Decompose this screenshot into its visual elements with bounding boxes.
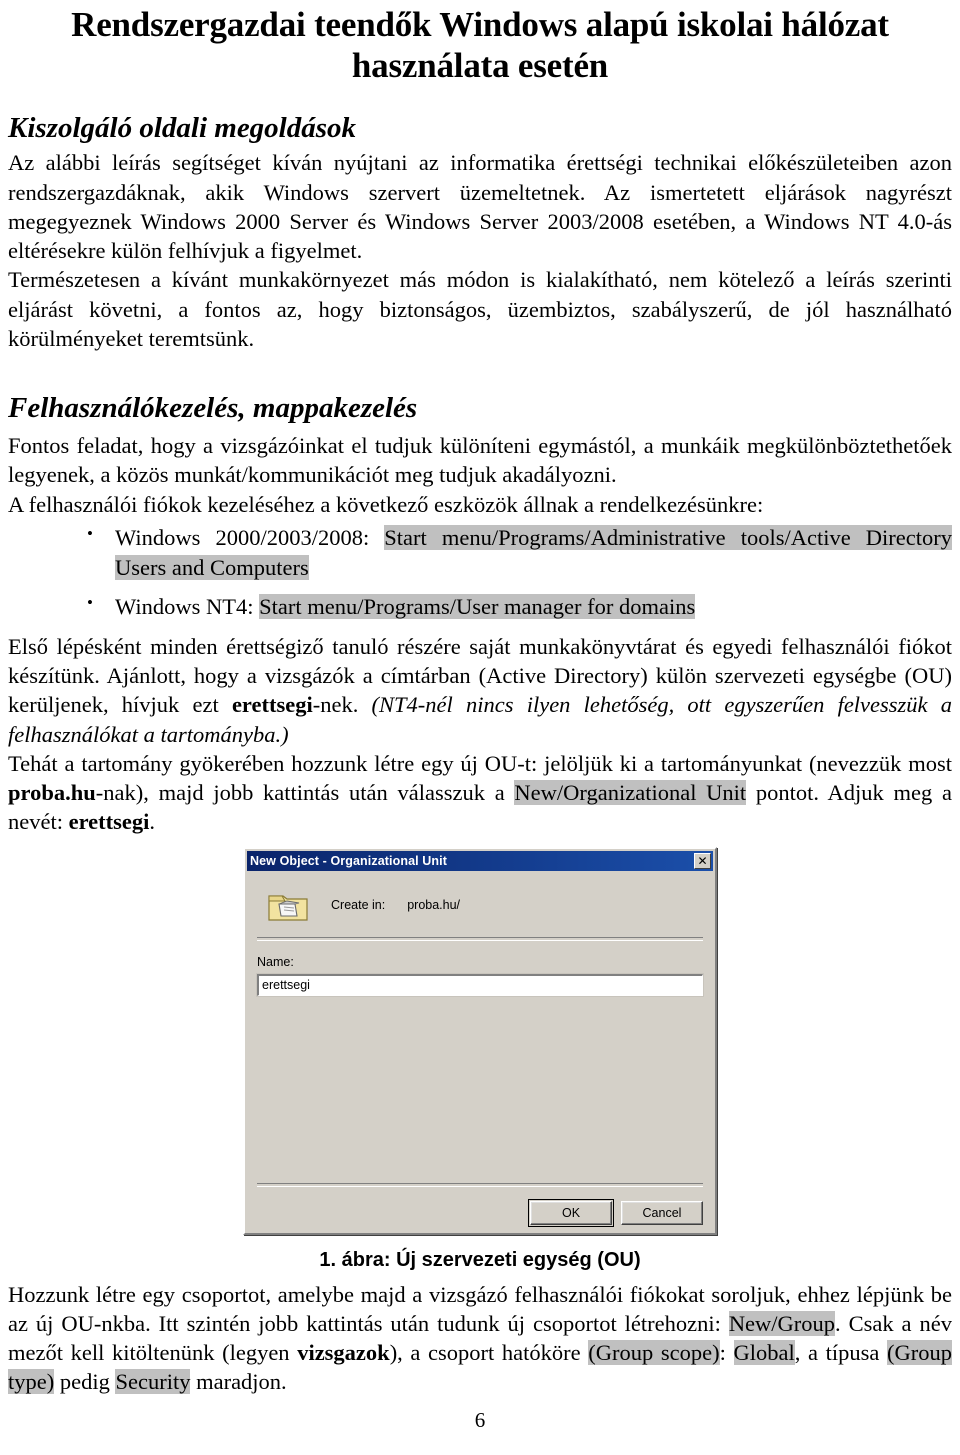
document-page: Rendszergazdai teendők Windows alapú isk… [0,4,960,1455]
page-number: 6 [474,1408,486,1432]
ou-steps-part-2: -nak), majd jobb kattintás után válasszu… [95,780,515,806]
global-highlight: Global [733,1340,795,1366]
ou-final-name-bold: erettsegi [68,809,150,835]
name-field-label: Name: [257,954,294,969]
ou-steps-paragraph: Tehát a tartomány gyökerében hozzunk lét… [8,749,952,837]
new-group-menu-highlight: New/Group [728,1310,836,1336]
figure-container: New Object - Organizational Unit ✕ Creat… [0,846,960,1272]
intro-paragraph-1: Az alábbi leírás segítséget kíván nyújta… [8,150,952,264]
user-management-paragraph-1: Fontos feladat, hogy a vizsgázóinkat el … [8,433,952,488]
domain-name-bold: proba.hu [8,780,96,806]
bullet-icon: • [87,523,93,543]
intro-paragraph-2: Természetesen a kívánt munkakörnyezet má… [8,267,952,351]
ou-steps-part-4: . [149,809,156,835]
group-text-part-3: ), a csoport hatóköre [389,1340,589,1366]
list-item: • Windows NT4: Start menu/Programs/User m… [87,592,952,622]
ou-creation-paragraph: Első lépésként minden érettségiző tanuló… [8,632,952,749]
ou-text-part-2: -nek. [312,692,372,718]
tools-bullet-list: • Windows 2000/2003/2008: Start menu/Prog… [0,523,960,622]
group-name-bold: vizsgazok [297,1340,390,1366]
create-in-value: proba.hu/ [407,897,461,912]
ou-name-bold: erettsegi [231,692,313,718]
divider [257,936,703,941]
list-item: • Windows 2000/2003/2008: Start menu/Prog… [87,523,952,582]
dialog-titlebar[interactable]: New Object - Organizational Unit ✕ [247,850,713,871]
ou-steps-part-1: Tehát a tartomány gyökerében hozzunk lét… [8,750,952,776]
new-ou-menu-highlight: New/Organizational Unit [514,780,747,806]
group-text-part-7: maradjon. [190,1369,287,1395]
group-text-part-4: : [719,1340,734,1366]
dialog-footer: OK Cancel [245,1182,715,1227]
new-object-organizational-unit-dialog: New Object - Organizational Unit ✕ Creat… [243,846,717,1235]
group-scope-highlight: (Group scope) [588,1340,720,1366]
close-icon[interactable]: ✕ [694,852,711,869]
bullet-icon: • [87,593,93,613]
create-in-row: Create in: proba.hu/ [257,871,703,937]
bullet-prefix-text: Windows 2000/2003/2008: [115,524,385,550]
bullet-prefix-text: Windows NT4: [115,594,260,620]
menu-path-highlight: Start menu/Programs/User manager for dom… [259,594,696,620]
name-input[interactable]: erettsegi [256,972,704,997]
figure-caption: 1. ábra: Új szervezeti egység (OU) [319,1248,641,1271]
ok-button[interactable]: OK [528,1198,614,1227]
dialog-title: New Object - Organizational Unit [250,853,447,868]
group-creation-paragraph: Hozzunk létre egy csoportot, amelybe maj… [8,1280,952,1397]
section-heading-felhasznalokezeles: Felhasználókezelés, mappakezelés [8,392,418,425]
security-highlight: Security [115,1369,191,1395]
group-text-part-5: , a típusa [794,1340,887,1366]
user-management-paragraph-2: A felhasználói fiókok kezeléséhez a köve… [8,491,764,517]
cancel-button[interactable]: Cancel [621,1200,703,1225]
dialog-body: Create in: proba.hu/ Name: erettsegi OK … [245,871,715,1233]
section-heading-kiszolgalo: Kiszolgáló oldali megoldások [8,111,357,144]
group-text-part-6: pedig [54,1369,116,1395]
page-title: Rendszergazdai teendők Windows alapú isk… [71,5,889,86]
footer-divider [257,1182,703,1187]
create-in-label: Create in: [331,897,386,912]
dialog-button-row: OK Cancel [257,1198,703,1227]
organizational-unit-folder-icon [267,887,309,923]
